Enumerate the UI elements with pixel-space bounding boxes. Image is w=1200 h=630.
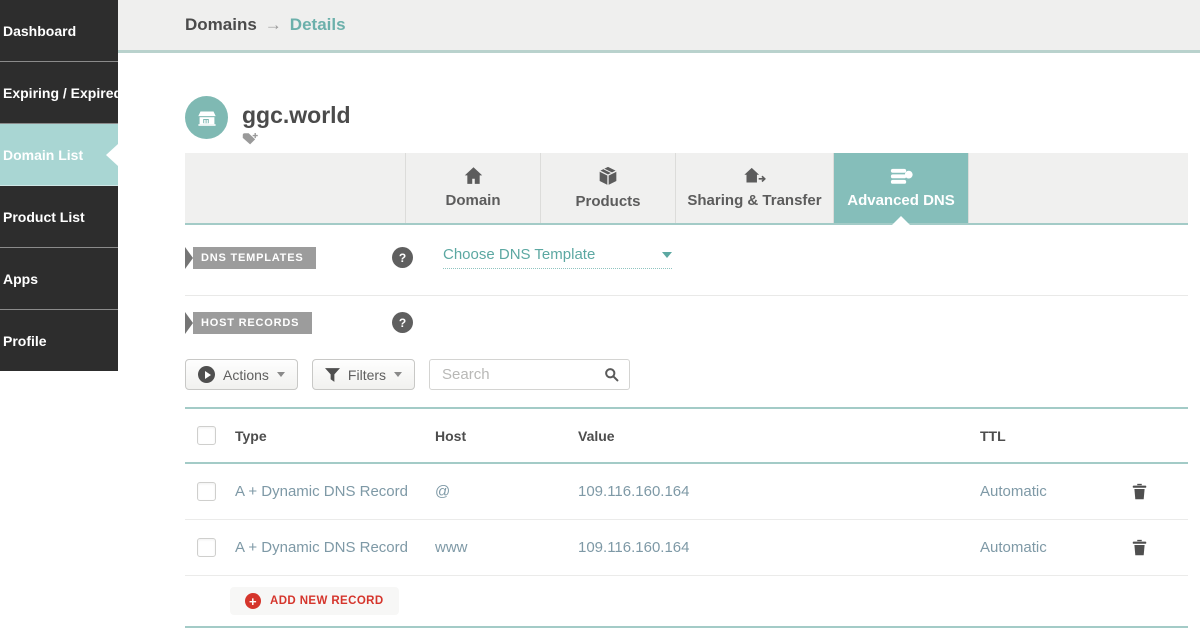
add-new-record-label: ADD NEW RECORD bbox=[270, 595, 384, 607]
actions-button[interactable]: Actions bbox=[185, 359, 298, 390]
dns-templates-help-icon[interactable]: ? bbox=[392, 247, 413, 268]
row-check-cell bbox=[185, 482, 235, 501]
table-header-row: Type Host Value TTL bbox=[185, 407, 1188, 464]
plus-circle-icon: + bbox=[245, 593, 261, 609]
tab-domain[interactable]: Domain bbox=[405, 153, 540, 223]
table-footer: + ADD NEW RECORD bbox=[185, 576, 1188, 628]
host-records-help-icon[interactable]: ? bbox=[392, 312, 413, 333]
sidebar-item-domain-list[interactable]: Domain List bbox=[0, 124, 118, 186]
host-records-ribbon: HOST RECORDS bbox=[185, 312, 313, 334]
ribbon-label: DNS TEMPLATES bbox=[193, 247, 317, 269]
breadcrumb-current: Details bbox=[289, 15, 346, 34]
ribbon-label: HOST RECORDS bbox=[193, 312, 313, 334]
tab-advanced-dns[interactable]: Advanced DNS bbox=[833, 153, 968, 223]
tab-label: Advanced DNS bbox=[847, 191, 955, 209]
chevron-down-icon bbox=[276, 372, 285, 377]
tabbar-spacer bbox=[185, 153, 405, 223]
record-value-cell: 109.116.160.164 bbox=[578, 539, 690, 556]
delete-record-trash-icon[interactable] bbox=[1132, 483, 1147, 500]
search-box bbox=[429, 359, 631, 390]
record-host-cell: @ bbox=[435, 483, 451, 500]
records-toolbar: Actions Filters bbox=[185, 359, 631, 390]
chevron-down-icon bbox=[662, 251, 672, 258]
tab-label: Products bbox=[575, 193, 641, 210]
row-checkbox[interactable] bbox=[197, 482, 216, 501]
search-icon[interactable] bbox=[604, 367, 619, 387]
table-row: A + Dynamic DNS Record @ 109.116.160.164… bbox=[185, 464, 1188, 520]
sidebar-item-apps[interactable]: Apps bbox=[0, 248, 118, 310]
record-type-cell: A + Dynamic DNS Record bbox=[235, 539, 408, 556]
breadcrumb-bar: Domains → Details bbox=[118, 0, 1200, 53]
select-all-checkbox[interactable] bbox=[197, 426, 216, 445]
sidebar-item-label: Dashboard bbox=[3, 22, 77, 39]
record-actions-cell bbox=[1132, 539, 1188, 556]
house-transfer-icon bbox=[743, 167, 767, 185]
dns-template-selected-value: Choose DNS Template bbox=[443, 246, 596, 263]
ribbon-notch bbox=[185, 312, 193, 334]
sidebar-item-expiring-expired[interactable]: Expiring / Expired bbox=[0, 62, 118, 124]
sidebar-item-profile[interactable]: Profile bbox=[0, 310, 118, 371]
sidebar-item-label: Domain List bbox=[3, 146, 84, 163]
package-box-icon bbox=[598, 166, 618, 186]
sidebar-item-product-list[interactable]: Product List bbox=[0, 186, 118, 248]
column-header-ttl: TTL bbox=[980, 427, 1006, 444]
filter-funnel-icon bbox=[324, 367, 340, 382]
dns-server-stack-icon bbox=[890, 168, 913, 185]
tab-label: Sharing & Transfer bbox=[687, 192, 822, 209]
tab-products[interactable]: Products bbox=[540, 153, 675, 223]
breadcrumb-arrow: → bbox=[264, 15, 282, 34]
filters-button-label: Filters bbox=[347, 366, 387, 383]
filters-button[interactable]: Filters bbox=[311, 359, 416, 390]
actions-button-label: Actions bbox=[223, 366, 269, 383]
record-value-cell: 109.116.160.164 bbox=[578, 483, 690, 500]
domain-avatar bbox=[185, 96, 228, 139]
row-check-cell bbox=[185, 538, 235, 557]
sidebar-item-label: Profile bbox=[3, 332, 47, 349]
sidebar-item-label: Product List bbox=[3, 208, 85, 225]
record-ttl-cell: Automatic bbox=[980, 483, 1047, 500]
column-header-type: Type bbox=[235, 427, 267, 444]
record-ttl-cell: Automatic bbox=[980, 539, 1047, 556]
record-actions-cell bbox=[1132, 483, 1188, 500]
chevron-down-icon bbox=[394, 372, 403, 377]
tab-sharing-transfer[interactable]: Sharing & Transfer bbox=[675, 153, 833, 223]
ribbon-notch bbox=[185, 247, 193, 269]
storefront-icon bbox=[195, 106, 219, 130]
sidebar-item-label: Apps bbox=[3, 270, 38, 287]
sidebar: Dashboard Expiring / Expired Domain List… bbox=[0, 0, 118, 371]
host-records-table: Type Host Value TTL A + Dynamic DNS Reco… bbox=[185, 407, 1188, 628]
section-divider bbox=[185, 295, 1188, 296]
breadcrumb-domains-link[interactable]: Domains bbox=[185, 15, 257, 35]
house-icon bbox=[464, 167, 483, 185]
sidebar-item-label: Expiring / Expired bbox=[3, 84, 118, 101]
tab-label: Domain bbox=[445, 192, 501, 209]
tabbar-fill bbox=[968, 153, 1188, 223]
dns-template-select[interactable]: Choose DNS Template bbox=[443, 246, 672, 269]
domain-details-page: Dashboard Expiring / Expired Domain List… bbox=[0, 0, 1200, 630]
column-header-host: Host bbox=[435, 427, 467, 444]
row-checkbox[interactable] bbox=[197, 538, 216, 557]
domain-name-title: ggc.world bbox=[242, 102, 351, 128]
select-all-cell bbox=[185, 426, 235, 445]
delete-record-trash-icon[interactable] bbox=[1132, 539, 1147, 556]
play-circle-icon bbox=[198, 366, 215, 383]
add-new-record-button[interactable]: + ADD NEW RECORD bbox=[230, 587, 399, 615]
record-host-cell: www bbox=[435, 539, 468, 556]
column-header-value: Value bbox=[578, 427, 615, 444]
add-tag-icon[interactable] bbox=[242, 132, 259, 146]
record-type-cell: A + Dynamic DNS Record bbox=[235, 483, 408, 500]
search-input[interactable] bbox=[429, 359, 631, 390]
sidebar-item-dashboard[interactable]: Dashboard bbox=[0, 0, 118, 62]
domain-tabs: Domain Products Sharing & Transfer Advan… bbox=[185, 153, 1188, 225]
table-row: A + Dynamic DNS Record www 109.116.160.1… bbox=[185, 520, 1188, 576]
dns-templates-ribbon: DNS TEMPLATES bbox=[185, 247, 317, 269]
